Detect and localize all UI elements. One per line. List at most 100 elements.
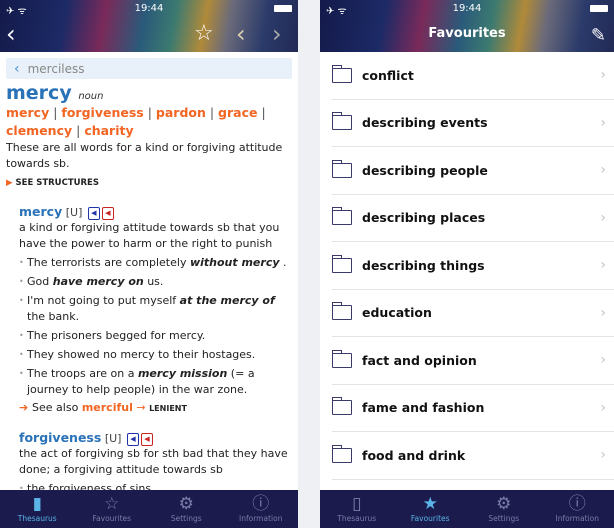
- sense-header: mercy [U] ◀ ◀: [19, 204, 292, 220]
- folder-icon: [331, 207, 352, 226]
- see-also-label: See also: [32, 401, 79, 414]
- back-to-previous-entry[interactable]: ‹ merciless: [6, 58, 292, 79]
- list-item[interactable]: food and drink ›: [331, 432, 614, 480]
- sense-word: forgiveness: [19, 430, 102, 445]
- chevron-right-icon: ›: [600, 162, 606, 179]
- list-item[interactable]: describing things ›: [331, 242, 614, 290]
- folder-icon: [331, 444, 352, 463]
- tab-label: Favourites: [92, 514, 132, 523]
- example-text: us.: [143, 275, 164, 288]
- star-icon: ☆: [104, 494, 120, 514]
- grammar-code: [U]: [65, 206, 83, 219]
- see-also: ➔ See also merciful → LENIENT: [19, 401, 292, 414]
- list-item-label: describing events: [362, 115, 488, 131]
- list-item-label: describing things: [362, 257, 485, 273]
- tab-thesaurus[interactable]: ▯ Thesaurus: [320, 490, 394, 528]
- triangle-right-icon: ▶: [6, 178, 13, 188]
- chevron-right-icon: ›: [600, 399, 606, 416]
- play-british-audio-icon[interactable]: ◀: [126, 433, 139, 446]
- tab-label: Information: [555, 514, 599, 523]
- list-item-label: fact and opinion: [362, 352, 477, 368]
- sense-block: mercy [U] ◀ ◀ a kind or forgiving attitude…: [6, 204, 292, 414]
- play-american-audio-icon[interactable]: ◀: [140, 433, 153, 446]
- edit-list-icon[interactable]: ✎: [591, 22, 606, 50]
- example-text: I'm not going to put myself: [27, 294, 180, 307]
- grammar-code: [U]: [104, 432, 122, 445]
- synonym-link[interactable]: grace: [218, 105, 257, 120]
- list-item[interactable]: describing places ›: [331, 195, 614, 242]
- separator: |: [257, 105, 266, 120]
- tab-settings[interactable]: ⚙ Settings: [149, 490, 224, 528]
- definition: the act of forgiving sb for sth bad that…: [19, 447, 288, 476]
- add-favourite-star-icon[interactable]: ☆: [194, 20, 214, 48]
- example-text: The terrorists are completely: [27, 256, 190, 269]
- synonym-link[interactable]: clemency: [6, 123, 72, 138]
- folder-icon: [331, 349, 352, 368]
- tab-label: Thesaurus: [17, 514, 57, 523]
- example-sentence: The prisoners begged for mercy.: [19, 328, 292, 344]
- play-british-audio-icon[interactable]: ◀: [87, 207, 100, 220]
- tab-favourites[interactable]: ☆ Favourites: [75, 490, 150, 528]
- definition: a kind or forgiving attitude towards sb …: [19, 221, 280, 250]
- tab-bar: ▯ Thesaurus ★ Favourites ⚙ Settings ⓘ Informati…: [320, 490, 614, 528]
- headword-text: mercy: [6, 82, 72, 104]
- star-icon: ★: [422, 494, 438, 514]
- synonym-link[interactable]: forgiveness: [61, 105, 143, 120]
- favourites-list: conflict › describing events › describing pe…: [320, 52, 614, 490]
- tab-information[interactable]: ⓘ Information: [541, 490, 614, 528]
- tab-information[interactable]: ⓘ Information: [224, 490, 299, 528]
- list-item[interactable]: describing events ›: [331, 100, 614, 147]
- list-item[interactable]: describing people ›: [331, 147, 614, 195]
- example-sentence: The troops are on a mercy mission (= a j…: [19, 366, 292, 398]
- chevron-right-icon: ›: [600, 447, 606, 464]
- chevron-right-icon: ›: [600, 257, 606, 274]
- list-item-label: education: [362, 305, 432, 321]
- tab-label: Information: [239, 514, 283, 523]
- see-also-target-link[interactable]: LENIENT: [149, 404, 187, 413]
- see-also-link[interactable]: merciful: [82, 401, 133, 414]
- nav-header: ✈ ᯤ 19:44 ‹ ☆ ‹ ›: [0, 0, 298, 52]
- tab-favourites[interactable]: ★ Favourites: [394, 490, 468, 528]
- next-entry-icon[interactable]: ›: [272, 20, 282, 48]
- battery-icon: [590, 5, 608, 12]
- list-item[interactable]: education ›: [331, 290, 614, 337]
- gear-icon: ⚙: [178, 494, 194, 514]
- example-collocation: have mercy on: [52, 275, 144, 288]
- example-text: The troops are on a: [27, 367, 138, 380]
- tab-thesaurus[interactable]: ▮ Thesaurus: [0, 490, 75, 528]
- nav-header: ✈ ᯤ 19:44 Favourites ✎: [320, 0, 614, 52]
- example-collocation: at the mercy of: [179, 294, 275, 307]
- sense-header: forgiveness [U] ◀ ◀: [19, 430, 292, 446]
- info-icon: ⓘ: [252, 494, 270, 514]
- example-sentence: God have mercy on us.: [19, 274, 292, 290]
- chevron-right-icon: ›: [600, 209, 606, 226]
- back-icon[interactable]: ‹: [6, 20, 16, 48]
- example-sentence: They showed no mercy to their hostages.: [19, 347, 292, 363]
- previous-entry-icon[interactable]: ‹: [236, 20, 246, 48]
- chevron-right-icon: ›: [600, 352, 606, 369]
- tab-settings[interactable]: ⚙ Settings: [467, 490, 541, 528]
- status-time: 19:44: [452, 3, 482, 14]
- play-american-audio-icon[interactable]: ◀: [101, 207, 114, 220]
- folder-icon: [331, 254, 352, 273]
- synonym-link[interactable]: pardon: [156, 105, 206, 120]
- synonym-link[interactable]: mercy: [6, 105, 49, 120]
- chevron-left-icon: ‹: [14, 60, 20, 77]
- example-text: They showed no mercy to their hostages.: [27, 348, 256, 361]
- example-sentence: The terrorists are completely without me…: [19, 255, 292, 271]
- synonym-link[interactable]: charity: [84, 123, 133, 138]
- list-item[interactable]: fact and opinion ›: [331, 337, 614, 385]
- part-of-speech: noun: [78, 91, 104, 102]
- see-structures-toggle[interactable]: ▶ SEE STRUCTURES: [6, 178, 292, 188]
- previous-entry-label: merciless: [27, 61, 85, 76]
- separator: |: [49, 105, 62, 120]
- list-item-label: describing places: [362, 210, 486, 226]
- list-item[interactable]: fame and fashion ›: [331, 385, 614, 432]
- example-text: the bank.: [27, 310, 80, 323]
- folder-icon: [331, 397, 352, 416]
- favourites-screen: ✈ ᯤ 19:44 Favourites ✎ conflict › describin…: [320, 0, 614, 528]
- folder-icon: [331, 64, 352, 83]
- list-item[interactable]: conflict ›: [331, 52, 614, 100]
- arrow-right-icon: ➔: [19, 401, 33, 414]
- entry-content: ‹ merciless mercy noun mercy | forgivenes…: [0, 52, 298, 490]
